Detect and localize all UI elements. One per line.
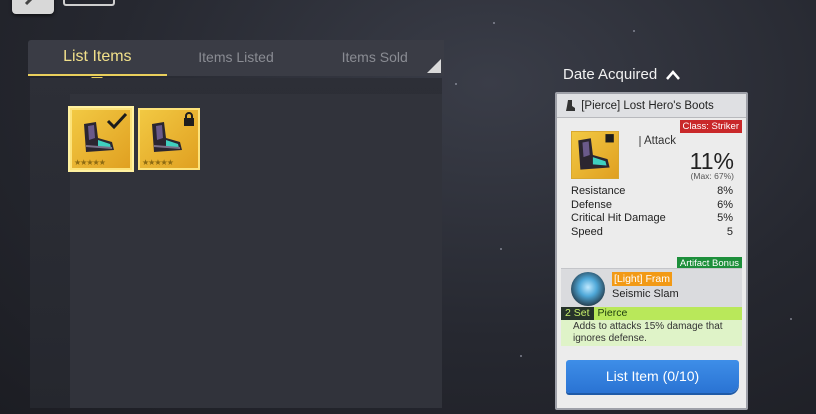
tab-corner-decoration — [427, 59, 441, 73]
substat-value: 8% — [717, 185, 733, 197]
substat-row: Defense 6% — [571, 199, 733, 213]
artifact-name: [Light] Fram — [612, 272, 673, 286]
sort-dropdown[interactable]: Date Acquired — [563, 66, 681, 83]
item-title: [Pierce] Lost Hero's Boots — [581, 100, 714, 112]
background-star — [520, 355, 522, 357]
substat-label: Speed — [571, 225, 603, 238]
substat-row: Critical Hit Damage 5% — [571, 212, 733, 226]
tab-bar: List Items Items Listed Items Sold — [28, 40, 444, 83]
substat-row: Speed 5 — [571, 226, 733, 240]
main-stat-max: (Max: 67%) — [690, 171, 734, 181]
substat-value: 5% — [717, 212, 733, 224]
tab-items-sold[interactable]: Items Sold — [305, 40, 444, 76]
inventory-item-boots-selected[interactable]: ★★★★★ — [68, 106, 134, 172]
artifact-bonus: [Light] Fram Seismic Slam — [561, 268, 742, 308]
substat-list: Resistance 8% Defense 6% Critical Hit Da… — [571, 185, 733, 239]
list-item-button[interactable]: List Item (0/10) — [566, 360, 739, 393]
item-title-bar: [Pierce] Lost Hero's Boots — [557, 94, 746, 118]
set-name: Pierce — [597, 307, 628, 319]
artifact-icon — [571, 272, 605, 306]
checkmark-icon — [106, 112, 128, 130]
set-count: 2 Set — [561, 307, 594, 320]
inventory-panel: ★★★★★ ★★★★★ — [30, 78, 442, 408]
main-stat-label: Attack — [639, 135, 676, 147]
artifact-skill: Seismic Slam — [612, 288, 679, 300]
substat-row: Resistance 8% — [571, 185, 733, 199]
boots-slot-icon — [566, 100, 575, 112]
substat-label: Critical Hit Damage — [571, 212, 666, 224]
set-bonus-header: 2 Set Pierce — [561, 307, 742, 320]
item-icon — [571, 131, 619, 179]
tab-items-listed[interactable]: Items Listed — [167, 40, 306, 76]
background-star — [633, 30, 635, 32]
top-frame-decoration — [63, 0, 115, 6]
set-bonus-description: Adds to attacks 15% damage that ignores … — [561, 320, 742, 346]
substat-label: Resistance — [571, 185, 626, 197]
boots-icon — [578, 134, 614, 170]
class-badge: Class: Striker — [679, 120, 742, 133]
substat-value: 5 — [726, 225, 733, 238]
lock-icon — [184, 112, 194, 126]
tab-list-items[interactable]: List Items — [28, 40, 167, 83]
back-arrow-icon — [24, 0, 33, 6]
inventory-grid: ★★★★★ ★★★★★ — [68, 94, 442, 408]
chevron-up-icon — [666, 69, 681, 80]
item-star-rating: ★★★★★ — [142, 158, 174, 167]
background-star — [790, 318, 792, 320]
substat-label: Defense — [571, 198, 612, 211]
back-button[interactable] — [12, 0, 54, 14]
substat-value: 6% — [717, 198, 733, 211]
inventory-item-boots-locked[interactable]: ★★★★★ — [138, 108, 200, 170]
background-star — [500, 248, 502, 250]
background-star — [493, 22, 495, 24]
background-star — [455, 83, 457, 85]
sort-label: Date Acquired — [563, 66, 658, 83]
item-star-rating: ★★★★★ — [74, 158, 106, 167]
